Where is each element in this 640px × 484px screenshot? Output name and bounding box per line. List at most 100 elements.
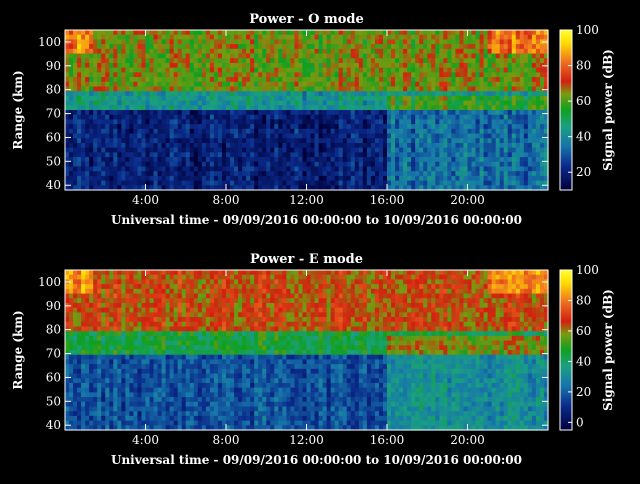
heatmap-cell [274, 77, 279, 82]
heatmap-cell [347, 157, 352, 162]
heatmap-cell [536, 68, 541, 73]
heatmap-cell [367, 110, 372, 115]
heatmap-cell [69, 341, 74, 346]
heatmap-cell [73, 359, 78, 364]
heatmap-cell [150, 308, 155, 313]
heatmap-cell [371, 162, 376, 167]
heatmap-cell [113, 119, 118, 124]
heatmap-cell [359, 44, 364, 49]
heatmap-cell [77, 148, 82, 153]
heatmap-cell [270, 101, 275, 106]
heatmap-cell [186, 58, 191, 63]
heatmap-cell [363, 110, 368, 115]
heatmap-cell [234, 35, 239, 40]
heatmap-cell [504, 110, 509, 115]
heatmap-cell [97, 30, 102, 35]
heatmap-cell [77, 68, 82, 73]
heatmap-cell [335, 72, 340, 77]
heatmap-cell [343, 110, 348, 115]
heatmap-cell [439, 171, 444, 176]
heatmap-cell [391, 181, 396, 186]
heatmap-cell [258, 134, 263, 139]
heatmap-cell [109, 331, 114, 336]
heatmap-cell [347, 171, 352, 176]
heatmap-cell [137, 350, 142, 355]
heatmap-cell [109, 119, 114, 124]
heatmap-cell [250, 77, 255, 82]
heatmap-cell [407, 82, 412, 87]
heatmap-cell [331, 134, 336, 139]
heatmap-cell [158, 298, 163, 303]
heatmap-cell [484, 68, 489, 73]
heatmap-cell [351, 54, 356, 59]
heatmap-cell [230, 35, 235, 40]
heatmap-cell [73, 119, 78, 124]
heatmap-cell [323, 162, 328, 167]
heatmap-cell [77, 312, 82, 317]
heatmap-cell [347, 96, 352, 101]
heatmap-cell [262, 176, 267, 181]
heatmap-cell [302, 63, 307, 68]
heatmap-cell [218, 110, 223, 115]
heatmap-cell [234, 105, 239, 110]
heatmap-cell [210, 101, 215, 106]
heatmap-cell [129, 49, 134, 54]
heatmap-cell [234, 58, 239, 63]
heatmap-cell [202, 124, 207, 129]
heatmap-cell [121, 63, 126, 68]
heatmap-cell [315, 68, 320, 73]
heatmap-cell [69, 411, 74, 416]
heatmap-cell [447, 77, 452, 82]
heatmap-cell [431, 134, 436, 139]
heatmap-cell [234, 129, 239, 134]
heatmap-cell [242, 44, 247, 49]
heatmap-cell [242, 91, 247, 96]
heatmap-cell [315, 96, 320, 101]
heatmap-cell [101, 181, 106, 186]
heatmap-cell [266, 54, 271, 59]
heatmap-cell [472, 129, 477, 134]
heatmap-cell [77, 171, 82, 176]
heatmap-cell [154, 270, 159, 275]
heatmap-cell [174, 63, 179, 68]
heatmap-cell [290, 110, 295, 115]
heatmap-cell [395, 157, 400, 162]
heatmap-cell [266, 86, 271, 91]
heatmap-cell [158, 416, 163, 421]
heatmap-cell [327, 68, 332, 73]
heatmap-cell [439, 134, 444, 139]
heatmap-cell [532, 138, 537, 143]
heatmap-cell [459, 176, 464, 181]
heatmap-cell [242, 138, 247, 143]
heatmap-cell [302, 49, 307, 54]
heatmap-cell [532, 44, 537, 49]
heatmap-cell [339, 44, 344, 49]
heatmap-cell [65, 54, 70, 59]
heatmap-cell [540, 82, 545, 87]
heatmap-cell [129, 39, 134, 44]
heatmap-cell [125, 416, 130, 421]
heatmap-cell [117, 101, 122, 106]
heatmap-cell [85, 54, 90, 59]
heatmap-cell [335, 119, 340, 124]
heatmap-cell [327, 58, 332, 63]
heatmap-cell [415, 54, 420, 59]
heatmap-cell [158, 35, 163, 40]
heatmap-cell [73, 350, 78, 355]
heatmap-cell [262, 35, 267, 40]
heatmap-cell [532, 124, 537, 129]
heatmap-cell [65, 336, 70, 341]
heatmap-cell [101, 317, 106, 322]
heatmap-cell [81, 101, 86, 106]
heatmap-cell [278, 138, 283, 143]
heatmap-cell [298, 44, 303, 49]
heatmap-cell [125, 143, 130, 148]
heatmap-cell [286, 143, 291, 148]
heatmap-cell [468, 171, 473, 176]
heatmap-cell [125, 30, 130, 35]
heatmap-cell [137, 279, 142, 284]
heatmap-cell [319, 162, 324, 167]
heatmap-cell [230, 152, 235, 157]
heatmap-cell [133, 359, 138, 364]
heatmap-cell [431, 72, 436, 77]
